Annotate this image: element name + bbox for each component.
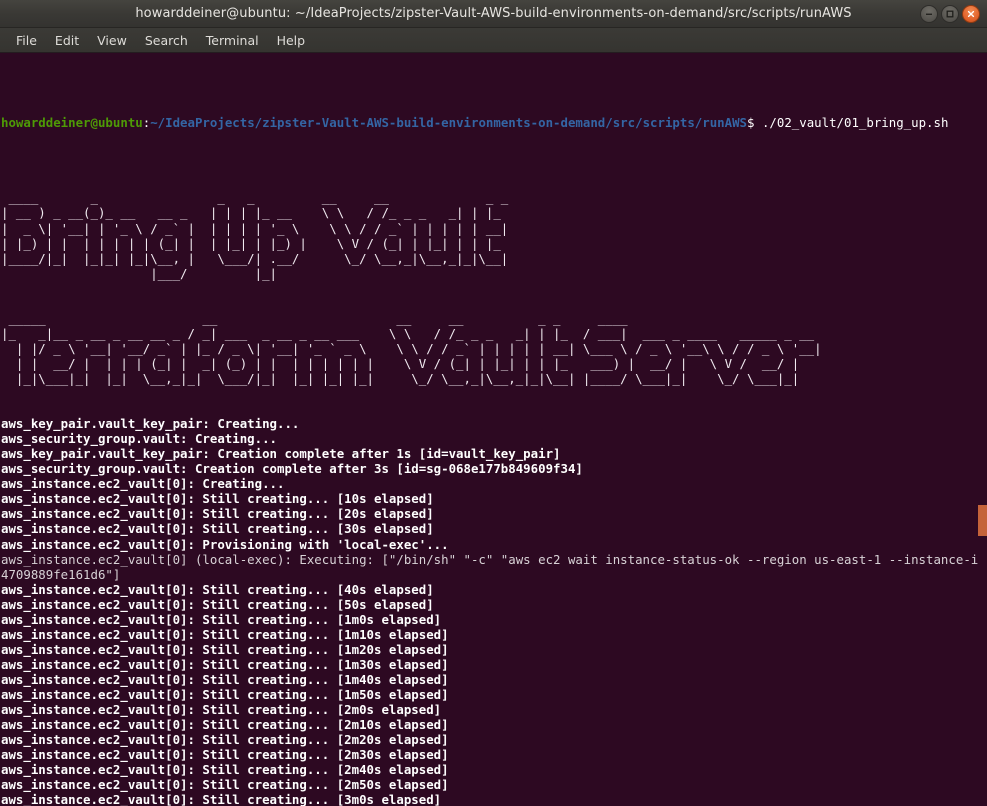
log-line: aws_instance.ec2_vault[0]: Still creatin…	[1, 506, 434, 522]
menu-item-help[interactable]: Help	[268, 31, 315, 50]
log-line: aws_instance.ec2_vault[0]: Still creatin…	[1, 491, 434, 507]
log-line: aws_instance.ec2_vault[0]: Still creatin…	[1, 686, 449, 702]
log-line: aws_instance.ec2_vault[0]: Still creatin…	[1, 732, 449, 748]
menu-item-edit[interactable]: Edit	[46, 31, 88, 50]
prompt-path: ~/IdeaProjects/zipster-Vault-AWS-build-e…	[150, 115, 748, 131]
ascii-banner-bring-up-vault: ____ _ _ _ __ __ _ _ | __ ) _ __(_)_ __ …	[1, 190, 509, 281]
prompt-user-host: howarddeiner@ubuntu	[1, 115, 143, 131]
terminal-output: howarddeiner@ubuntu:~/IdeaProjects/zipst…	[0, 54, 987, 806]
maximize-icon	[946, 10, 954, 17]
log-line: aws_instance.ec2_vault[0]: Still creatin…	[1, 671, 449, 687]
log-line: aws_instance.ec2_vault[0]: Still creatin…	[1, 611, 442, 627]
scrollbar-thumb[interactable]	[978, 505, 987, 536]
log-line: aws_instance.ec2_vault[0]: Still creatin…	[1, 641, 449, 657]
log-line: aws_instance.ec2_vault[0]: Still creatin…	[1, 762, 449, 778]
log-line: aws_instance.ec2_vault[0]: Still creatin…	[1, 581, 434, 597]
log-line: aws_instance.ec2_vault[0]: Still creatin…	[1, 596, 434, 612]
log-line: aws_key_pair.vault_key_pair: Creation co…	[1, 446, 561, 462]
log-line: aws_instance.ec2_vault[0]: Still creatin…	[1, 777, 449, 793]
menu-bar: File Edit View Search Terminal Help	[0, 28, 987, 53]
log-line: aws_instance.ec2_vault[0]: Still creatin…	[1, 747, 449, 763]
log-line: aws_instance.ec2_vault[0]: Still creatin…	[1, 626, 449, 642]
log-line: aws_instance.ec2_vault[0] (local-exec): …	[1, 551, 987, 567]
log-line: aws_instance.ec2_vault[0]: Still creatin…	[1, 792, 442, 806]
prompt-line: howarddeiner@ubuntu:~/IdeaProjects/zipst…	[1, 115, 987, 130]
minimize-button[interactable]	[920, 4, 938, 23]
log-line: aws_instance.ec2_vault[0]: Creating...	[1, 476, 285, 492]
log-line: aws_instance.ec2_vault[0]: Still creatin…	[1, 702, 442, 718]
window-controls	[920, 4, 980, 23]
log-line: aws_instance.ec2_vault[0]: Provisioning …	[1, 536, 449, 552]
close-button[interactable]	[962, 4, 980, 23]
log-line: aws_security_group.vault: Creation compl…	[1, 461, 583, 477]
prompt-command: ./02_vault/01_bring_up.sh	[754, 115, 949, 131]
menu-item-file[interactable]: File	[7, 31, 46, 50]
close-icon	[967, 10, 975, 17]
minimize-icon	[926, 13, 932, 15]
menu-item-search[interactable]: Search	[136, 31, 197, 50]
terminal-body[interactable]: howarddeiner@ubuntu:~/IdeaProjects/zipst…	[0, 54, 987, 806]
log-line: aws_instance.ec2_vault[0]: Still creatin…	[1, 656, 449, 672]
terminal-scrollbar[interactable]	[978, 54, 987, 806]
log-line: aws_security_group.vault: Creating...	[1, 431, 278, 447]
log-line: 4709889fe161d6"]	[1, 566, 121, 582]
terraform-log-output: aws_key_pair.vault_key_pair: Creating...…	[1, 416, 987, 806]
maximize-button[interactable]	[941, 4, 959, 23]
terminal-window: howarddeiner@ubuntu: ~/IdeaProjects/zips…	[0, 0, 987, 806]
window-title: howarddeiner@ubuntu: ~/IdeaProjects/zips…	[135, 6, 852, 21]
log-line: aws_instance.ec2_vault[0]: Still creatin…	[1, 717, 449, 733]
ascii-banner-terraform-vault-server: _____ __ __ __ _ _ ____ |_ _|__ _ __ _ _…	[1, 310, 822, 386]
menu-item-view[interactable]: View	[88, 31, 136, 50]
title-bar[interactable]: howarddeiner@ubuntu: ~/IdeaProjects/zips…	[0, 0, 987, 28]
log-line: aws_key_pair.vault_key_pair: Creating...	[1, 416, 300, 432]
log-line: aws_instance.ec2_vault[0]: Still creatin…	[1, 521, 434, 537]
menu-item-terminal[interactable]: Terminal	[197, 31, 268, 50]
